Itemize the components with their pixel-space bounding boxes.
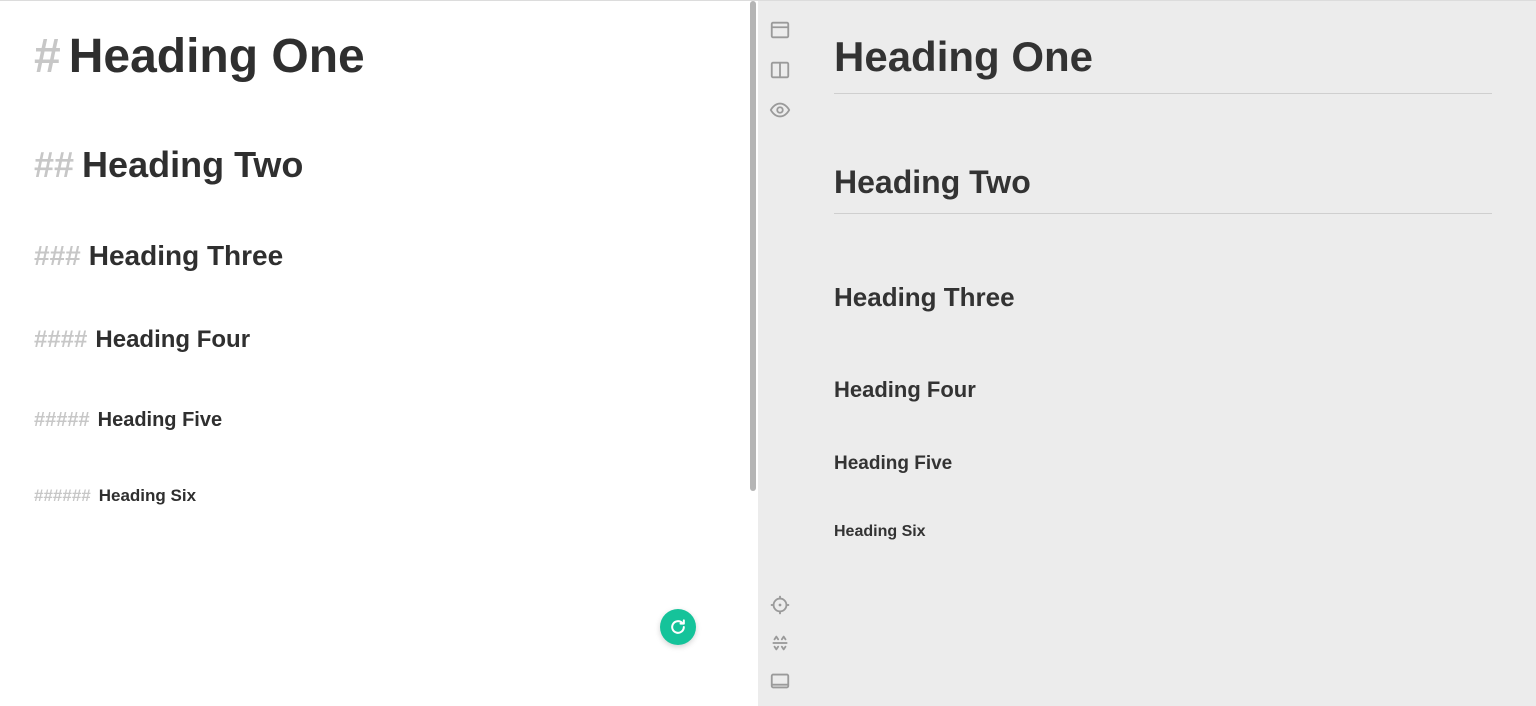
app-root: #Heading One ##Heading Two ###Heading Th… xyxy=(0,1,1536,706)
grammarly-badge[interactable] xyxy=(660,609,696,645)
markdown-text: Heading Five xyxy=(98,409,222,431)
layout-top-button[interactable] xyxy=(767,19,793,41)
sync-scroll-target-icon xyxy=(769,594,791,616)
markdown-text: Heading Two xyxy=(82,144,303,185)
pane-splitter[interactable] xyxy=(748,1,758,706)
preview-rule-h1 xyxy=(834,93,1492,94)
editor-line-h4[interactable]: #### Heading Four xyxy=(34,325,714,355)
grammarly-icon xyxy=(668,617,688,637)
preview-rule-h2 xyxy=(834,213,1492,214)
fullscreen-button[interactable] xyxy=(767,670,793,692)
sync-target-button[interactable] xyxy=(767,594,793,616)
markdown-hash: # xyxy=(34,30,61,83)
fullscreen-icon xyxy=(769,670,791,692)
markdown-hash: ### xyxy=(34,240,81,271)
editor-line-h2[interactable]: ##Heading Two xyxy=(34,144,714,185)
view-toolbar xyxy=(758,1,802,706)
scroll-sync-arrows-icon xyxy=(769,632,791,654)
preview-h2: Heading Two xyxy=(834,164,1492,201)
markdown-hash: ## xyxy=(34,144,74,185)
view-toolbar-bottom xyxy=(767,594,793,692)
editor-line-h6[interactable]: ###### Heading Six xyxy=(34,485,714,508)
markdown-text: Heading Six xyxy=(99,486,196,505)
preview-h4: Heading Four xyxy=(834,377,1492,403)
markdown-text: Heading Four xyxy=(95,326,250,353)
editor-line-h1[interactable]: #Heading One xyxy=(34,31,714,84)
scroll-sync-button[interactable] xyxy=(767,632,793,654)
markdown-text: Heading One xyxy=(69,30,365,83)
layout-split-icon xyxy=(769,59,791,81)
editor-pane[interactable]: #Heading One ##Heading Two ###Heading Th… xyxy=(0,1,748,706)
markdown-hash: #### xyxy=(34,326,87,353)
layout-top-icon xyxy=(769,19,791,41)
preview-h6: Heading Six xyxy=(834,523,1492,541)
markdown-text: Heading Three xyxy=(89,240,283,271)
editor-line-h3[interactable]: ### Heading Three xyxy=(34,239,714,273)
markdown-hash: ##### xyxy=(34,409,90,431)
preview-pane[interactable]: Heading One Heading Two Heading Three He… xyxy=(802,1,1536,706)
preview-eye-button[interactable] xyxy=(767,99,793,121)
editor-line-h5[interactable]: ##### Heading Five xyxy=(34,407,714,433)
layout-split-button[interactable] xyxy=(767,59,793,81)
markdown-hash: ###### xyxy=(34,486,91,505)
preview-h3: Heading Three xyxy=(834,282,1492,313)
preview-h5: Heading Five xyxy=(834,453,1492,475)
preview-eye-icon xyxy=(769,99,791,121)
preview-h1: Heading One xyxy=(834,33,1492,81)
